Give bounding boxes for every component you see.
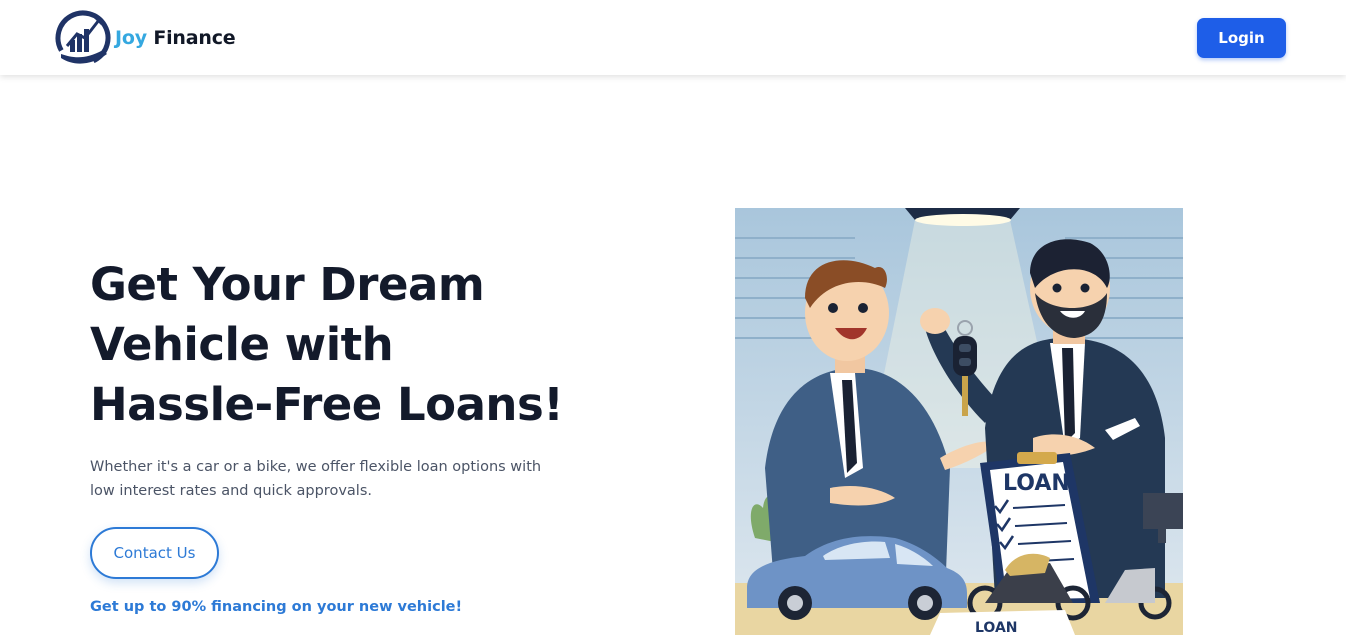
brand[interactable]: Joy Finance [55,9,236,66]
financing-promo-text: Get up to 90% financing on your new vehi… [90,599,463,615]
finance-growth-logo-icon [55,9,111,65]
hero-text: Get Your Dream Vehicle with Hassle-Free … [90,255,570,615]
top-navbar: Joy Finance Login [0,0,1346,75]
brand-name-finance: Finance [153,26,236,49]
hero-illustration: LOAN LOAN [735,208,1183,635]
contact-us-button[interactable]: Contact Us [90,527,219,579]
brand-name-joy: Joy [115,26,147,49]
hero-subtitle: Whether it's a car or a bike, we offer f… [90,459,542,499]
clipboard-loan-label: LOAN [1003,471,1070,496]
hero-title: Get Your Dream Vehicle with Hassle-Free … [90,258,564,431]
car-loan-handshake-illustration: LOAN LOAN [735,208,1183,635]
desk-paper-loan-label: LOAN [975,620,1018,635]
brand-name: Joy Finance [115,26,236,49]
login-button[interactable]: Login [1197,17,1286,58]
